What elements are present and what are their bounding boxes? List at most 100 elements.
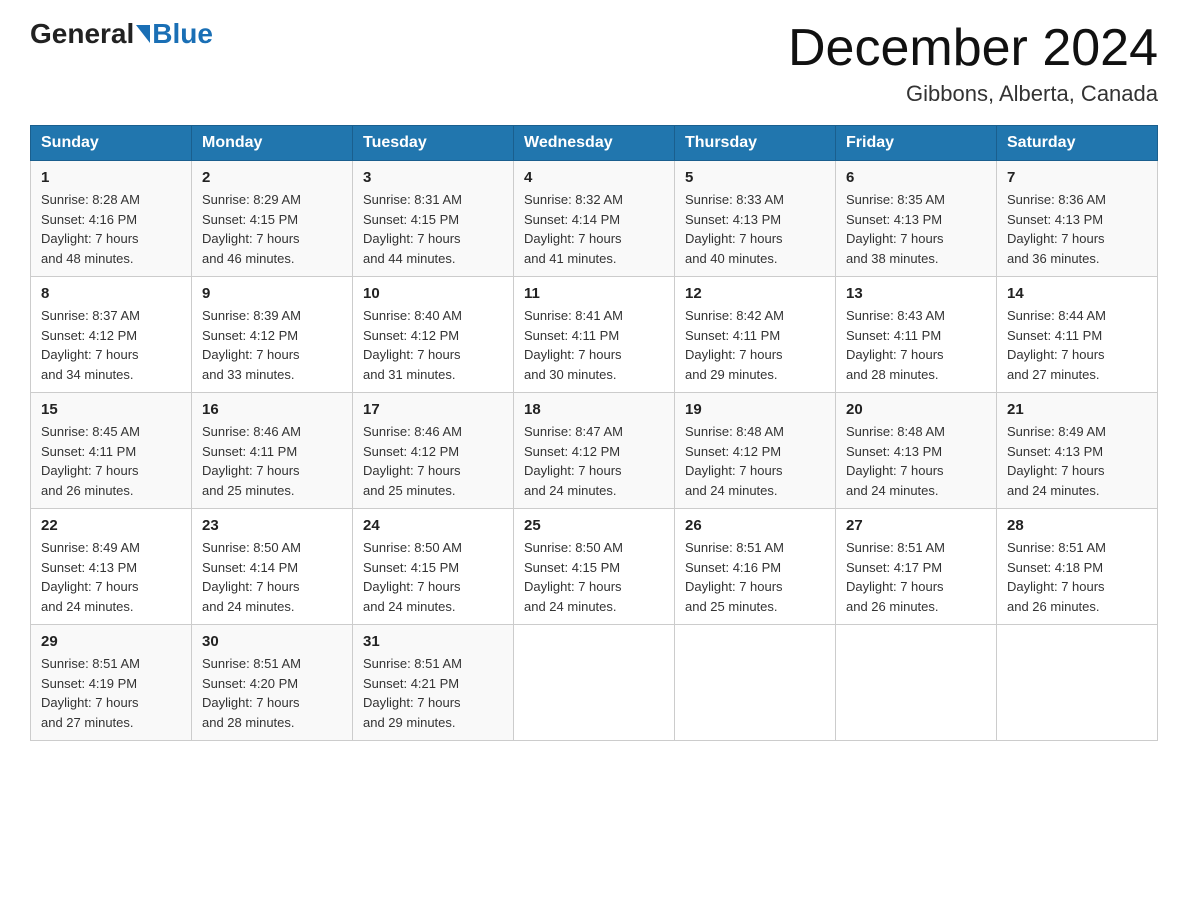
- day-number: 22: [41, 517, 181, 534]
- day-number: 30: [202, 633, 342, 650]
- day-number: 1: [41, 169, 181, 186]
- calendar-week-row: 1 Sunrise: 8:28 AMSunset: 4:16 PMDaylight…: [31, 161, 1158, 277]
- day-info: Sunrise: 8:51 AMSunset: 4:16 PMDaylight:…: [685, 538, 825, 616]
- day-info: Sunrise: 8:48 AMSunset: 4:13 PMDaylight:…: [846, 422, 986, 500]
- header-wednesday: Wednesday: [514, 126, 675, 161]
- day-info: Sunrise: 8:45 AMSunset: 4:11 PMDaylight:…: [41, 422, 181, 500]
- calendar-cell: [514, 625, 675, 741]
- calendar-cell: 23Sunrise: 8:50 AMSunset: 4:14 PMDayligh…: [192, 509, 353, 625]
- calendar-week-row: 22 Sunrise: 8:49 AMSunset: 4:13 PMDayligh…: [31, 509, 1158, 625]
- logo: General Blue: [30, 20, 213, 48]
- calendar-cell: 16 Sunrise: 8:46 AMSunset: 4:11 PMDayligh…: [192, 393, 353, 509]
- calendar-cell: 10 Sunrise: 8:40 AMSunset: 4:12 PMDayligh…: [353, 277, 514, 393]
- logo-arrow-icon: [136, 25, 150, 43]
- calendar-cell: 30 Sunrise: 8:51 AMSunset: 4:20 PMDayligh…: [192, 625, 353, 741]
- day-info: Sunrise: 8:35 AMSunset: 4:13 PMDaylight:…: [846, 190, 986, 268]
- day-number: 16: [202, 401, 342, 418]
- day-number: 6: [846, 169, 986, 186]
- title-block: December 2024 Gibbons, Alberta, Canada: [788, 20, 1158, 107]
- day-info: Sunrise: 8:46 AMSunset: 4:11 PMDaylight:…: [202, 422, 342, 500]
- calendar-header-row: SundayMondayTuesdayWednesdayThursdayFrid…: [31, 126, 1158, 161]
- calendar-cell: 2Sunrise: 8:29 AMSunset: 4:15 PMDaylight…: [192, 161, 353, 277]
- day-info: Sunrise: 8:40 AMSunset: 4:12 PMDaylight:…: [363, 306, 503, 384]
- day-info: Sunrise: 8:49 AMSunset: 4:13 PMDaylight:…: [41, 538, 181, 616]
- calendar-cell: 14 Sunrise: 8:44 AMSunset: 4:11 PMDayligh…: [997, 277, 1158, 393]
- header-thursday: Thursday: [675, 126, 836, 161]
- calendar-week-row: 29Sunrise: 8:51 AMSunset: 4:19 PMDayligh…: [31, 625, 1158, 741]
- day-number: 4: [524, 169, 664, 186]
- day-number: 23: [202, 517, 342, 534]
- calendar-cell: 17 Sunrise: 8:46 AMSunset: 4:12 PMDayligh…: [353, 393, 514, 509]
- day-info: Sunrise: 8:51 AMSunset: 4:17 PMDaylight:…: [846, 538, 986, 616]
- day-number: 17: [363, 401, 503, 418]
- calendar-table: SundayMondayTuesdayWednesdayThursdayFrid…: [30, 125, 1158, 741]
- header-friday: Friday: [836, 126, 997, 161]
- calendar-cell: 20 Sunrise: 8:48 AMSunset: 4:13 PMDayligh…: [836, 393, 997, 509]
- day-number: 7: [1007, 169, 1147, 186]
- header-tuesday: Tuesday: [353, 126, 514, 161]
- calendar-cell: 19Sunrise: 8:48 AMSunset: 4:12 PMDayligh…: [675, 393, 836, 509]
- day-number: 31: [363, 633, 503, 650]
- day-info: Sunrise: 8:46 AMSunset: 4:12 PMDaylight:…: [363, 422, 503, 500]
- calendar-cell: 27 Sunrise: 8:51 AMSunset: 4:17 PMDayligh…: [836, 509, 997, 625]
- day-info: Sunrise: 8:51 AMSunset: 4:21 PMDaylight:…: [363, 654, 503, 732]
- calendar-cell: 26 Sunrise: 8:51 AMSunset: 4:16 PMDayligh…: [675, 509, 836, 625]
- calendar-cell: 31 Sunrise: 8:51 AMSunset: 4:21 PMDayligh…: [353, 625, 514, 741]
- calendar-cell: 25Sunrise: 8:50 AMSunset: 4:15 PMDayligh…: [514, 509, 675, 625]
- calendar-cell: 3 Sunrise: 8:31 AMSunset: 4:15 PMDaylight…: [353, 161, 514, 277]
- day-info: Sunrise: 8:43 AMSunset: 4:11 PMDaylight:…: [846, 306, 986, 384]
- day-number: 12: [685, 285, 825, 302]
- calendar-cell: 29Sunrise: 8:51 AMSunset: 4:19 PMDayligh…: [31, 625, 192, 741]
- page-header: General Blue December 2024 Gibbons, Albe…: [30, 20, 1158, 107]
- day-number: 29: [41, 633, 181, 650]
- day-number: 18: [524, 401, 664, 418]
- day-info: Sunrise: 8:47 AMSunset: 4:12 PMDaylight:…: [524, 422, 664, 500]
- day-number: 24: [363, 517, 503, 534]
- day-info: Sunrise: 8:44 AMSunset: 4:11 PMDaylight:…: [1007, 306, 1147, 384]
- day-info: Sunrise: 8:32 AMSunset: 4:14 PMDaylight:…: [524, 190, 664, 268]
- day-number: 21: [1007, 401, 1147, 418]
- day-info: Sunrise: 8:29 AMSunset: 4:15 PMDaylight:…: [202, 190, 342, 268]
- header-sunday: Sunday: [31, 126, 192, 161]
- day-info: Sunrise: 8:31 AMSunset: 4:15 PMDaylight:…: [363, 190, 503, 268]
- calendar-cell: 28Sunrise: 8:51 AMSunset: 4:18 PMDayligh…: [997, 509, 1158, 625]
- calendar-cell: 12Sunrise: 8:42 AMSunset: 4:11 PMDayligh…: [675, 277, 836, 393]
- day-number: 27: [846, 517, 986, 534]
- calendar-cell: 5 Sunrise: 8:33 AMSunset: 4:13 PMDaylight…: [675, 161, 836, 277]
- calendar-cell: 1 Sunrise: 8:28 AMSunset: 4:16 PMDaylight…: [31, 161, 192, 277]
- day-info: Sunrise: 8:36 AMSunset: 4:13 PMDaylight:…: [1007, 190, 1147, 268]
- calendar-cell: 6 Sunrise: 8:35 AMSunset: 4:13 PMDaylight…: [836, 161, 997, 277]
- day-info: Sunrise: 8:51 AMSunset: 4:20 PMDaylight:…: [202, 654, 342, 732]
- logo-general-text: General: [30, 20, 134, 48]
- header-saturday: Saturday: [997, 126, 1158, 161]
- day-info: Sunrise: 8:39 AMSunset: 4:12 PMDaylight:…: [202, 306, 342, 384]
- calendar-week-row: 8Sunrise: 8:37 AMSunset: 4:12 PMDaylight…: [31, 277, 1158, 393]
- calendar-cell: 9Sunrise: 8:39 AMSunset: 4:12 PMDaylight…: [192, 277, 353, 393]
- calendar-cell: [675, 625, 836, 741]
- day-info: Sunrise: 8:37 AMSunset: 4:12 PMDaylight:…: [41, 306, 181, 384]
- calendar-cell: 7 Sunrise: 8:36 AMSunset: 4:13 PMDaylight…: [997, 161, 1158, 277]
- header-monday: Monday: [192, 126, 353, 161]
- day-number: 26: [685, 517, 825, 534]
- month-year-title: December 2024: [788, 20, 1158, 77]
- day-number: 13: [846, 285, 986, 302]
- day-number: 19: [685, 401, 825, 418]
- calendar-cell: 11Sunrise: 8:41 AMSunset: 4:11 PMDayligh…: [514, 277, 675, 393]
- day-number: 14: [1007, 285, 1147, 302]
- day-info: Sunrise: 8:28 AMSunset: 4:16 PMDaylight:…: [41, 190, 181, 268]
- day-number: 15: [41, 401, 181, 418]
- calendar-cell: 8Sunrise: 8:37 AMSunset: 4:12 PMDaylight…: [31, 277, 192, 393]
- calendar-cell: 18 Sunrise: 8:47 AMSunset: 4:12 PMDayligh…: [514, 393, 675, 509]
- day-number: 3: [363, 169, 503, 186]
- day-info: Sunrise: 8:50 AMSunset: 4:15 PMDaylight:…: [363, 538, 503, 616]
- day-number: 11: [524, 285, 664, 302]
- calendar-cell: 15 Sunrise: 8:45 AMSunset: 4:11 PMDayligh…: [31, 393, 192, 509]
- day-number: 20: [846, 401, 986, 418]
- day-number: 28: [1007, 517, 1147, 534]
- calendar-cell: 22 Sunrise: 8:49 AMSunset: 4:13 PMDayligh…: [31, 509, 192, 625]
- day-number: 10: [363, 285, 503, 302]
- day-info: Sunrise: 8:33 AMSunset: 4:13 PMDaylight:…: [685, 190, 825, 268]
- location-subtitle: Gibbons, Alberta, Canada: [788, 81, 1158, 107]
- day-number: 5: [685, 169, 825, 186]
- calendar-cell: [997, 625, 1158, 741]
